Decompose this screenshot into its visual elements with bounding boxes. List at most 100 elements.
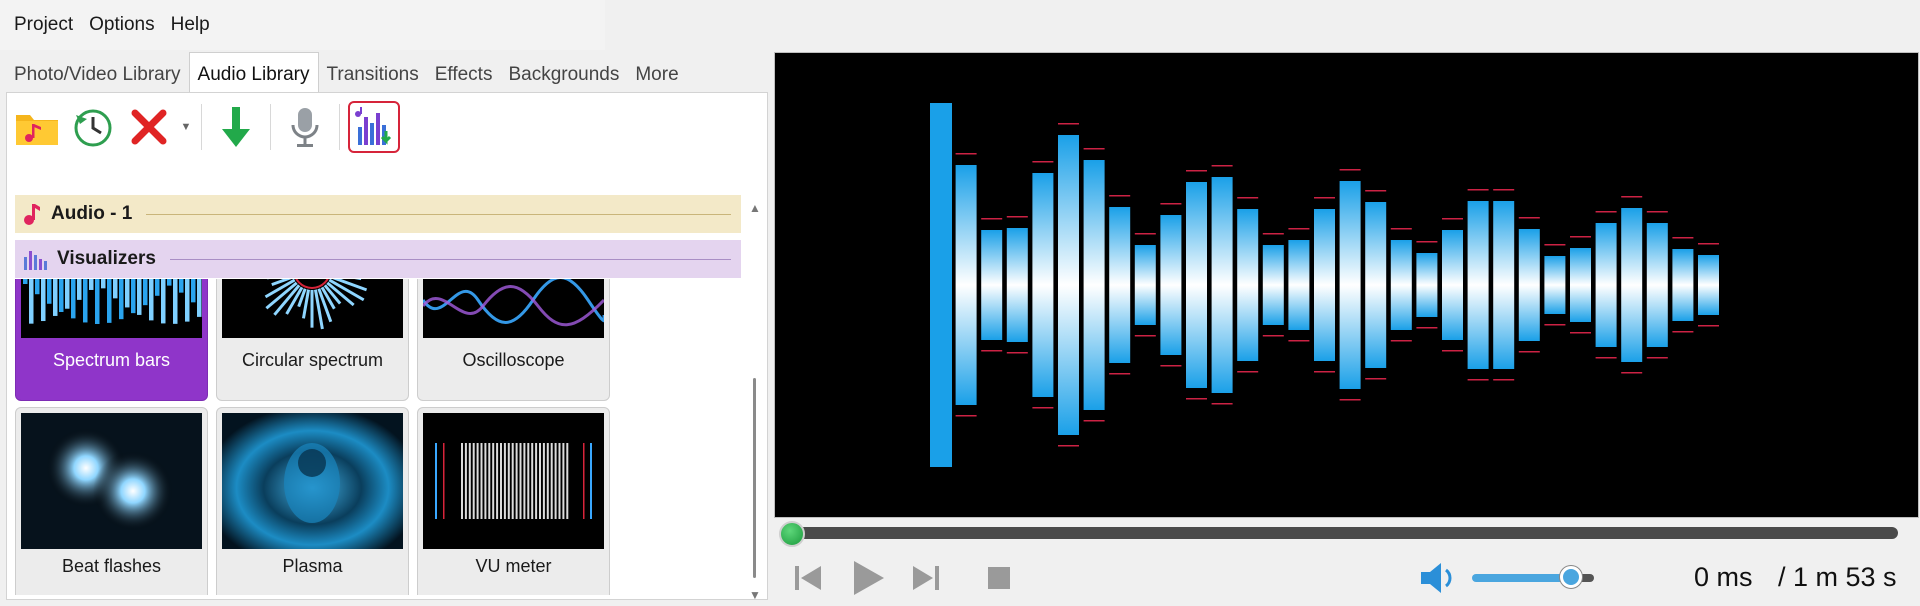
vu-line <box>496 443 499 519</box>
thumb-bar <box>161 279 166 324</box>
folder-music-icon <box>16 115 58 145</box>
menu-help[interactable]: Help <box>163 14 218 36</box>
peak-marker <box>1672 237 1694 239</box>
peak-marker <box>1493 189 1515 191</box>
spectrum-bars-preview <box>930 103 1719 467</box>
peak-marker <box>1058 445 1079 447</box>
visualizers-group-header[interactable]: Visualizers <box>15 240 741 278</box>
spectrum-bar <box>930 103 952 467</box>
spectrum-bar <box>1211 177 1233 393</box>
add-audio-button[interactable] <box>11 101 63 153</box>
thumb-bar <box>149 279 154 321</box>
delete-options-dropdown[interactable]: ▼ <box>179 101 193 153</box>
audio-library-panel: ▼ Audio - 1 Visualizers Spectrum bars Ci… <box>6 92 768 602</box>
peak-marker <box>1518 217 1540 219</box>
peak-marker <box>1493 379 1515 381</box>
seek-bar[interactable] <box>780 527 1898 539</box>
peak-marker <box>1570 332 1591 334</box>
peak-marker <box>1646 357 1668 359</box>
library-scrollbar[interactable]: ▲ ▼ <box>747 201 763 602</box>
vu-line <box>492 443 495 519</box>
toolbar-separator <box>201 104 202 150</box>
visualizer-card-beat-flashes[interactable]: Beat flashes <box>15 407 208 595</box>
peak-marker <box>1262 233 1284 235</box>
vu-line <box>461 443 463 519</box>
visualizer-label: Oscilloscope <box>462 350 565 370</box>
thumb-bar <box>185 279 190 322</box>
play-button[interactable] <box>848 560 888 596</box>
vu-line <box>472 443 475 519</box>
peak-marker <box>981 218 1003 220</box>
thumb-bar <box>71 279 76 319</box>
spectrum-bar <box>1032 173 1054 397</box>
recent-clock-icon <box>74 109 112 147</box>
spectrum-bar <box>1672 249 1694 321</box>
visualizer-card-circular-spectrum[interactable]: Circular spectrum <box>216 279 409 401</box>
download-button[interactable] <box>210 101 262 153</box>
library-toolbar: ▼ <box>11 97 400 157</box>
peak-marker <box>1134 233 1156 235</box>
peak-marker <box>1134 335 1156 337</box>
visualizer-card-plasma[interactable]: Plasma <box>216 407 409 595</box>
scroll-down-icon[interactable]: ▼ <box>749 588 761 602</box>
visualizer-button[interactable] <box>348 101 400 153</box>
tab-photo-video-library[interactable]: Photo/Video Library <box>6 54 189 92</box>
peak-marker <box>1314 371 1335 373</box>
thumb-bar <box>35 279 40 295</box>
visualizer-card-vu-meter[interactable]: VU meter <box>417 407 610 595</box>
scrollbar-thumb[interactable] <box>753 378 756 578</box>
stop-button[interactable] <box>984 560 1014 596</box>
thumb-bar <box>113 279 118 299</box>
record-button[interactable] <box>279 101 331 153</box>
recent-button[interactable] <box>67 101 119 153</box>
vu-line <box>515 443 518 519</box>
peak-marker <box>1288 228 1310 230</box>
menu-options[interactable]: Options <box>81 14 162 36</box>
audio-visualizer-icon <box>355 107 392 145</box>
previous-frame-button[interactable] <box>790 560 826 596</box>
audio-group-header[interactable]: Audio - 1 <box>15 195 741 233</box>
next-frame-icon <box>913 566 939 590</box>
thumb-bar <box>191 279 196 303</box>
spectrum-bar <box>1390 240 1412 330</box>
visualizer-card-spectrum-bars[interactable]: Spectrum bars <box>15 279 208 401</box>
thumb-bar <box>83 279 88 323</box>
vu-edge <box>443 443 445 519</box>
thumb-bar <box>47 279 52 304</box>
tab-effects[interactable]: Effects <box>427 54 501 92</box>
peak-marker <box>1032 407 1054 409</box>
beat-flashes-thumbnail <box>21 413 202 549</box>
seek-knob[interactable] <box>779 521 805 547</box>
vu-line <box>507 443 510 519</box>
thumb-bar <box>59 279 64 312</box>
next-frame-button[interactable] <box>908 560 944 596</box>
thumb-bar <box>173 279 178 324</box>
tab-more[interactable]: More <box>627 54 686 92</box>
tab-backgrounds[interactable]: Backgrounds <box>500 54 627 92</box>
tab-transitions[interactable]: Transitions <box>319 54 427 92</box>
vu-line <box>519 443 522 519</box>
delete-button[interactable] <box>123 101 175 153</box>
vu-line <box>480 443 483 519</box>
visualizer-label: Beat flashes <box>61 556 162 576</box>
scroll-up-icon[interactable]: ▲ <box>749 201 761 215</box>
peak-marker <box>1211 403 1233 405</box>
visualizer-card-oscilloscope[interactable]: Oscilloscope <box>417 279 610 401</box>
peak-marker <box>1365 378 1387 380</box>
vu-line <box>554 443 557 519</box>
menu-project[interactable]: Project <box>6 14 81 36</box>
peak-marker <box>1365 190 1387 192</box>
mute-button[interactable] <box>1418 560 1458 596</box>
peak-marker <box>1006 216 1028 218</box>
peak-marker <box>1416 327 1438 329</box>
vu-line <box>566 443 569 519</box>
menu-bar: Project Options Help <box>0 0 605 50</box>
volume-knob[interactable] <box>1560 566 1582 588</box>
tab-audio-library[interactable]: Audio Library <box>188 52 319 92</box>
music-note-icon <box>23 202 41 226</box>
peak-marker <box>1211 165 1233 167</box>
spectrum-bar <box>1646 223 1668 347</box>
play-icon <box>854 561 884 595</box>
spectrum-bar <box>1493 201 1515 369</box>
video-preview[interactable] <box>774 52 1919 518</box>
